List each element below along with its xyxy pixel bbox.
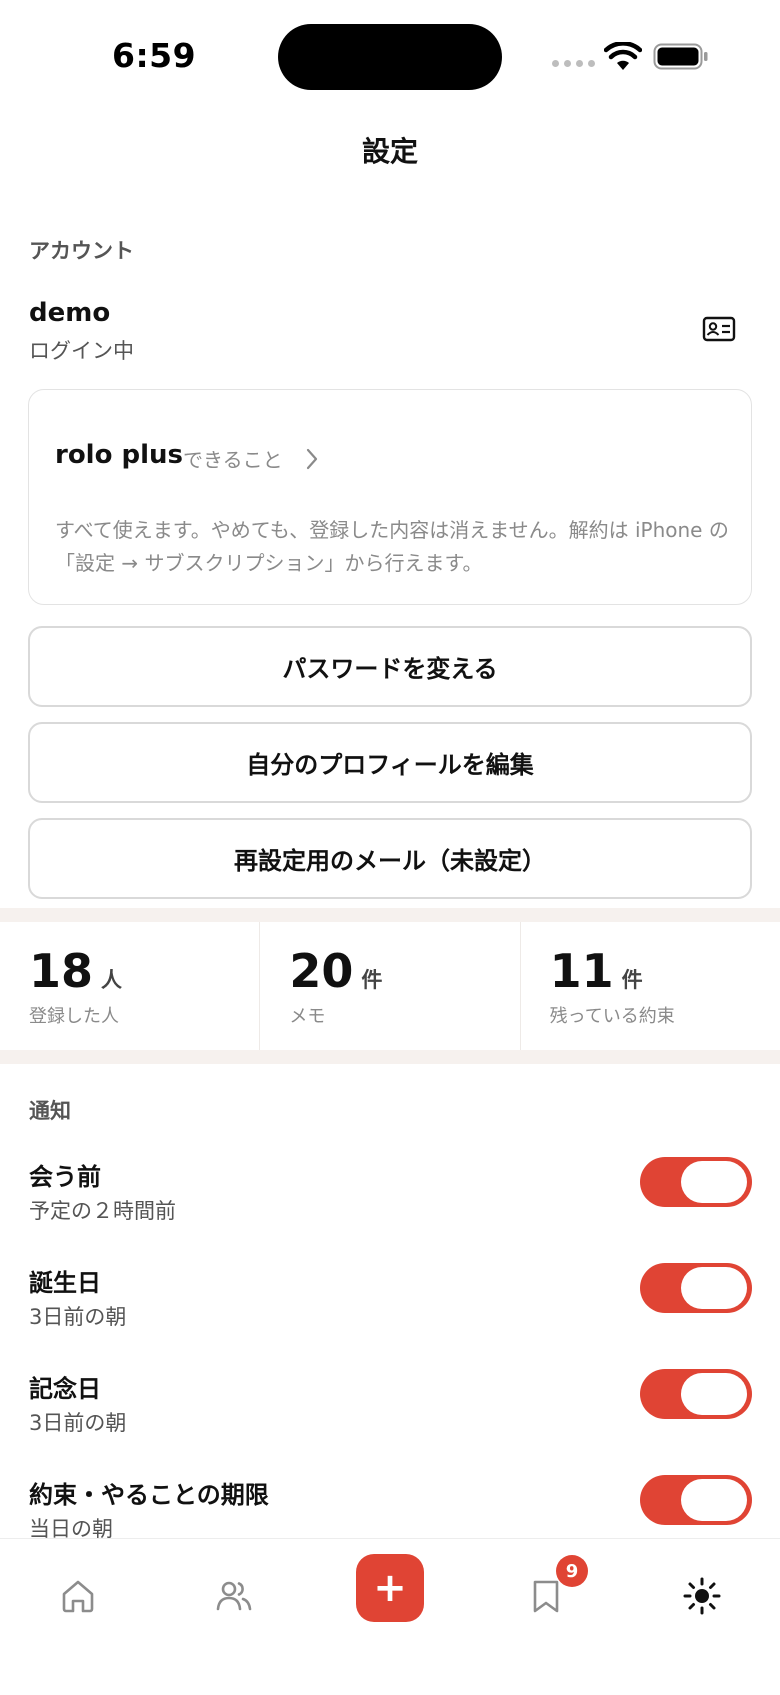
stat-people-label: 登録した人	[29, 1006, 119, 1027]
account-status: ログイン中	[29, 339, 134, 363]
id-card-icon[interactable]	[702, 315, 736, 343]
home-icon	[62, 1580, 94, 1613]
stat-memos-label: メモ	[289, 1006, 326, 1027]
toggle-knob	[681, 1479, 747, 1521]
account-section-label: アカウント	[29, 239, 134, 263]
status-bar: 6:59	[0, 0, 780, 115]
notification-subtitle: 3日前の朝	[29, 1305, 127, 1329]
section-divider	[0, 908, 780, 922]
stat-memos[interactable]: 20 件 メモ	[260, 922, 521, 1050]
edit-profile-button[interactable]: 自分のプロフィールを編集	[28, 722, 752, 803]
notification-toggle-anniversary[interactable]	[640, 1369, 752, 1419]
notification-row-birthday: 誕生日 3日前の朝	[0, 1263, 780, 1353]
stat-promises[interactable]: 11 件 残っている約束	[521, 922, 780, 1050]
notification-title: 記念日	[29, 1375, 101, 1403]
toggle-knob	[681, 1373, 747, 1415]
add-icon: +	[373, 1565, 407, 1611]
plan-card[interactable]: rolo plus できること すべて使えます。やめても、登録した内容は消えませ…	[28, 389, 752, 605]
wifi-icon	[604, 42, 642, 70]
chevron-right-icon	[306, 448, 317, 469]
page-title: 設定	[361, 135, 418, 168]
stat-people-value: 18	[29, 944, 94, 998]
plan-features-label: できること	[183, 448, 283, 472]
stat-promises-label: 残っている約束	[549, 1006, 675, 1027]
notification-toggle-birthday[interactable]	[640, 1263, 752, 1313]
recovery-email-button[interactable]: 再設定用のメール（未設定）	[28, 818, 752, 899]
plan-features-link[interactable]: できること	[183, 444, 319, 473]
bookmark-badge: 9	[556, 1555, 588, 1587]
stat-memos-value: 20	[289, 944, 354, 998]
tab-settings[interactable]	[677, 1571, 727, 1621]
battery-icon	[653, 43, 708, 70]
notifications-section-label: 通知	[29, 1099, 71, 1123]
account-name: demo	[29, 298, 111, 328]
notification-title: 会う前	[29, 1163, 101, 1191]
people-icon	[216, 1581, 252, 1611]
notification-title: 誕生日	[29, 1269, 101, 1297]
stat-memos-unit: 件	[361, 968, 383, 992]
stat-promises-value: 11	[549, 944, 614, 998]
tab-bar: + 9	[0, 1538, 780, 1695]
stat-people-unit: 人	[101, 968, 123, 992]
add-button[interactable]: +	[356, 1554, 424, 1622]
tab-home[interactable]	[53, 1571, 103, 1621]
tab-people[interactable]	[209, 1571, 259, 1621]
toggle-knob	[681, 1161, 747, 1203]
stats-row: 18 人 登録した人 20 件 メモ 11 件 残っている約束	[0, 922, 780, 1050]
plan-description: すべて使えます。やめても、登録した内容は消えません。解約は iPhone の「設…	[55, 518, 729, 575]
plan-title: rolo plus	[55, 440, 184, 470]
status-time: 6:59	[112, 36, 197, 75]
cellular-signal-icon	[552, 60, 595, 67]
toggle-knob	[681, 1267, 747, 1309]
change-password-button[interactable]: パスワードを変える	[28, 626, 752, 707]
stat-people[interactable]: 18 人 登録した人	[0, 922, 261, 1050]
notification-toggle-deadline[interactable]	[640, 1475, 752, 1525]
notification-title: 約束・やることの期限	[29, 1481, 269, 1509]
notification-toggle-before-meeting[interactable]	[640, 1157, 752, 1207]
settings-icon	[683, 1577, 721, 1615]
dynamic-island	[278, 24, 502, 90]
section-divider	[0, 1050, 780, 1064]
notification-subtitle: 予定の２時間前	[29, 1199, 176, 1223]
notification-subtitle: 3日前の朝	[29, 1411, 127, 1435]
stat-promises-unit: 件	[621, 968, 643, 992]
notification-row-anniversary: 記念日 3日前の朝	[0, 1369, 780, 1459]
notification-row-before-meeting: 会う前 予定の２時間前	[0, 1157, 780, 1247]
